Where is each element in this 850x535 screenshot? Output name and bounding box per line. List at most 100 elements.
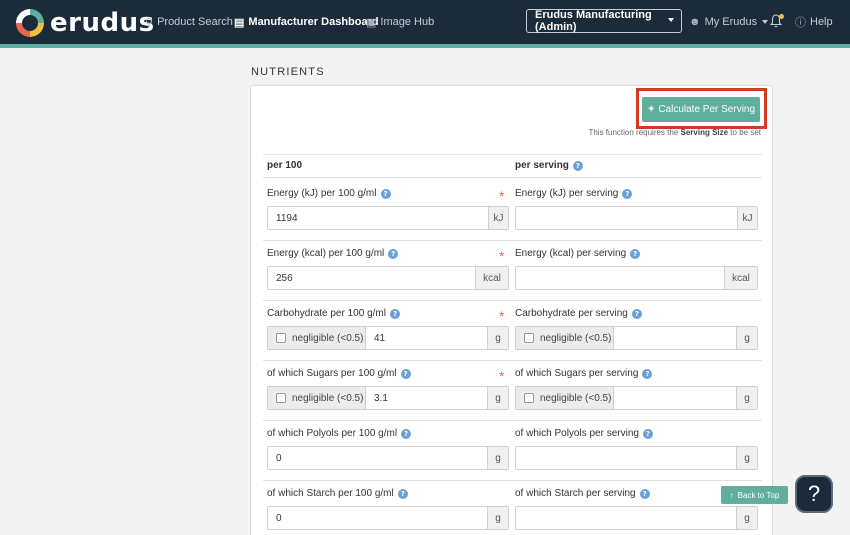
help-icon[interactable]: ? <box>622 188 633 199</box>
required-asterisk: * <box>499 248 505 264</box>
help-icon[interactable]: ? <box>639 488 650 499</box>
unit-label: g <box>736 327 757 349</box>
starch-serving-input[interactable] <box>516 507 736 529</box>
notifications-bell-icon[interactable] <box>769 14 784 30</box>
top-navbar: erudus ⚲ Product Search ▤ Manufacturer D… <box>0 0 850 48</box>
label-polyols-serving: of which Polyols per serving? <box>515 428 653 439</box>
search-icon: ⚲ <box>145 16 154 29</box>
unit-label: g <box>487 387 508 409</box>
calculate-note: This function requires the Serving Size … <box>588 128 761 137</box>
sugars-100-field: negligible (<0.5) 3.1 g <box>267 386 509 410</box>
help-icon[interactable]: ? <box>401 428 412 439</box>
checkbox[interactable] <box>524 393 534 403</box>
chevron-down-icon <box>762 20 769 24</box>
column-header-per-100: per 100 <box>267 160 303 171</box>
label-sugars-serving: of which Sugars per serving? <box>515 368 653 379</box>
starch-100-field: 0 g <box>267 506 509 530</box>
negligible-checkbox-label[interactable]: negligible (<0.5) <box>268 387 366 409</box>
starch-serving-field: g <box>515 506 758 530</box>
unit-label: g <box>487 507 508 529</box>
chart-icon: ▤ <box>234 16 245 29</box>
back-to-top-button[interactable]: ↑ Back to Top <box>721 486 788 504</box>
nav-image-hub[interactable]: ▣ Image Hub <box>366 0 434 44</box>
divider <box>263 240 762 241</box>
chevron-down-icon <box>668 18 674 22</box>
divider <box>263 480 762 481</box>
help-icon[interactable]: ? <box>397 488 408 499</box>
help-icon[interactable]: ? <box>380 188 391 199</box>
label-carbohydrate-100: Carbohydrate per 100 g/ml? <box>267 308 400 319</box>
carbohydrate-100-input[interactable]: 41 <box>366 327 487 349</box>
divider <box>263 420 762 421</box>
label-energy-kj-serving: Energy (kJ) per serving? <box>515 188 633 199</box>
help-icon[interactable]: ? <box>400 368 411 379</box>
help-icon[interactable]: ? <box>389 308 400 319</box>
help-icon[interactable]: ? <box>388 248 399 259</box>
help-icon[interactable]: ? <box>631 308 642 319</box>
sugars-100-input[interactable]: 3.1 <box>366 387 487 409</box>
unit-label: g <box>736 387 757 409</box>
label-energy-kj-100: Energy (kJ) per 100 g/ml? <box>267 188 391 199</box>
help-icon[interactable]: ? <box>630 248 641 259</box>
carbohydrate-100-field: negligible (<0.5) 41 g <box>267 326 509 350</box>
label-starch-100: of which Starch per 100 g/ml? <box>267 488 408 499</box>
carbohydrate-serving-input[interactable] <box>614 327 736 349</box>
energy-kj-serving-input[interactable] <box>516 207 737 229</box>
label-sugars-100: of which Sugars per 100 g/ml? <box>267 368 411 379</box>
help-icon[interactable]: ? <box>642 428 653 439</box>
nav-manufacturer-dashboard[interactable]: ▤ Manufacturer Dashboard <box>234 0 379 44</box>
energy-kj-serving-field: kJ <box>515 206 758 230</box>
unit-label: g <box>487 327 508 349</box>
brand-name: erudus <box>50 8 155 38</box>
unit-label: kcal <box>724 267 757 289</box>
sparkle-icon: ✦ <box>646 104 656 115</box>
erudus-logo-icon <box>16 9 44 37</box>
unit-label: g <box>736 447 757 469</box>
energy-kcal-100-field: 256 kcal <box>267 266 509 290</box>
sugars-serving-input[interactable] <box>614 387 736 409</box>
divider <box>263 360 762 361</box>
organisation-select[interactable]: Erudus Manufacturing (Admin) <box>526 9 682 33</box>
help-icon[interactable]: ? <box>572 160 583 171</box>
energy-kcal-serving-input[interactable] <box>516 267 724 289</box>
nav-product-search[interactable]: ⚲ Product Search <box>145 0 233 44</box>
starch-100-input[interactable]: 0 <box>268 507 487 529</box>
unit-label: kcal <box>475 267 508 289</box>
my-erudus-menu[interactable]: ☻ My Erudus <box>689 0 769 44</box>
help-chat-button[interactable]: ? <box>795 475 833 513</box>
help-link[interactable]: ⓘ Help <box>795 0 833 44</box>
divider <box>263 177 762 178</box>
section-title: NUTRIENTS <box>251 66 325 78</box>
energy-kcal-100-input[interactable]: 256 <box>268 267 475 289</box>
polyols-100-input[interactable]: 0 <box>268 447 487 469</box>
calculate-per-serving-button[interactable]: ✦ Calculate Per Serving <box>642 97 760 122</box>
user-icon: ☻ <box>689 16 701 28</box>
negligible-checkbox-label[interactable]: negligible (<0.5) <box>268 327 366 349</box>
negligible-checkbox-label[interactable]: negligible (<0.5) <box>516 387 614 409</box>
divider <box>263 300 762 301</box>
label-polyols-100: of which Polyols per 100 g/ml? <box>267 428 412 439</box>
required-asterisk: * <box>499 188 505 204</box>
energy-kj-100-input[interactable]: 1194 <box>268 207 488 229</box>
unit-label: kJ <box>737 207 757 229</box>
camera-icon: ▣ <box>366 16 377 29</box>
energy-kj-100-field: 1194 kJ <box>267 206 509 230</box>
label-energy-kcal-100: Energy (kcal) per 100 g/ml? <box>267 248 399 259</box>
help-icon[interactable]: ? <box>642 368 653 379</box>
label-starch-serving: of which Starch per serving? <box>515 488 650 499</box>
checkbox[interactable] <box>276 393 286 403</box>
energy-kcal-serving-field: kcal <box>515 266 758 290</box>
required-asterisk: * <box>499 368 505 384</box>
label-energy-kcal-serving: Energy (kcal) per serving? <box>515 248 641 259</box>
erudus-logo[interactable]: erudus <box>16 8 155 38</box>
polyols-100-field: 0 g <box>267 446 509 470</box>
polyols-serving-input[interactable] <box>516 447 736 469</box>
negligible-checkbox-label[interactable]: negligible (<0.5) <box>516 327 614 349</box>
column-header-per-serving: per serving ? <box>515 160 583 171</box>
checkbox[interactable] <box>276 333 286 343</box>
sugars-serving-field: negligible (<0.5) g <box>515 386 758 410</box>
unit-label: g <box>487 447 508 469</box>
checkbox[interactable] <box>524 333 534 343</box>
label-carbohydrate-serving: Carbohydrate per serving? <box>515 308 642 319</box>
arrow-up-icon: ↑ <box>729 490 734 500</box>
